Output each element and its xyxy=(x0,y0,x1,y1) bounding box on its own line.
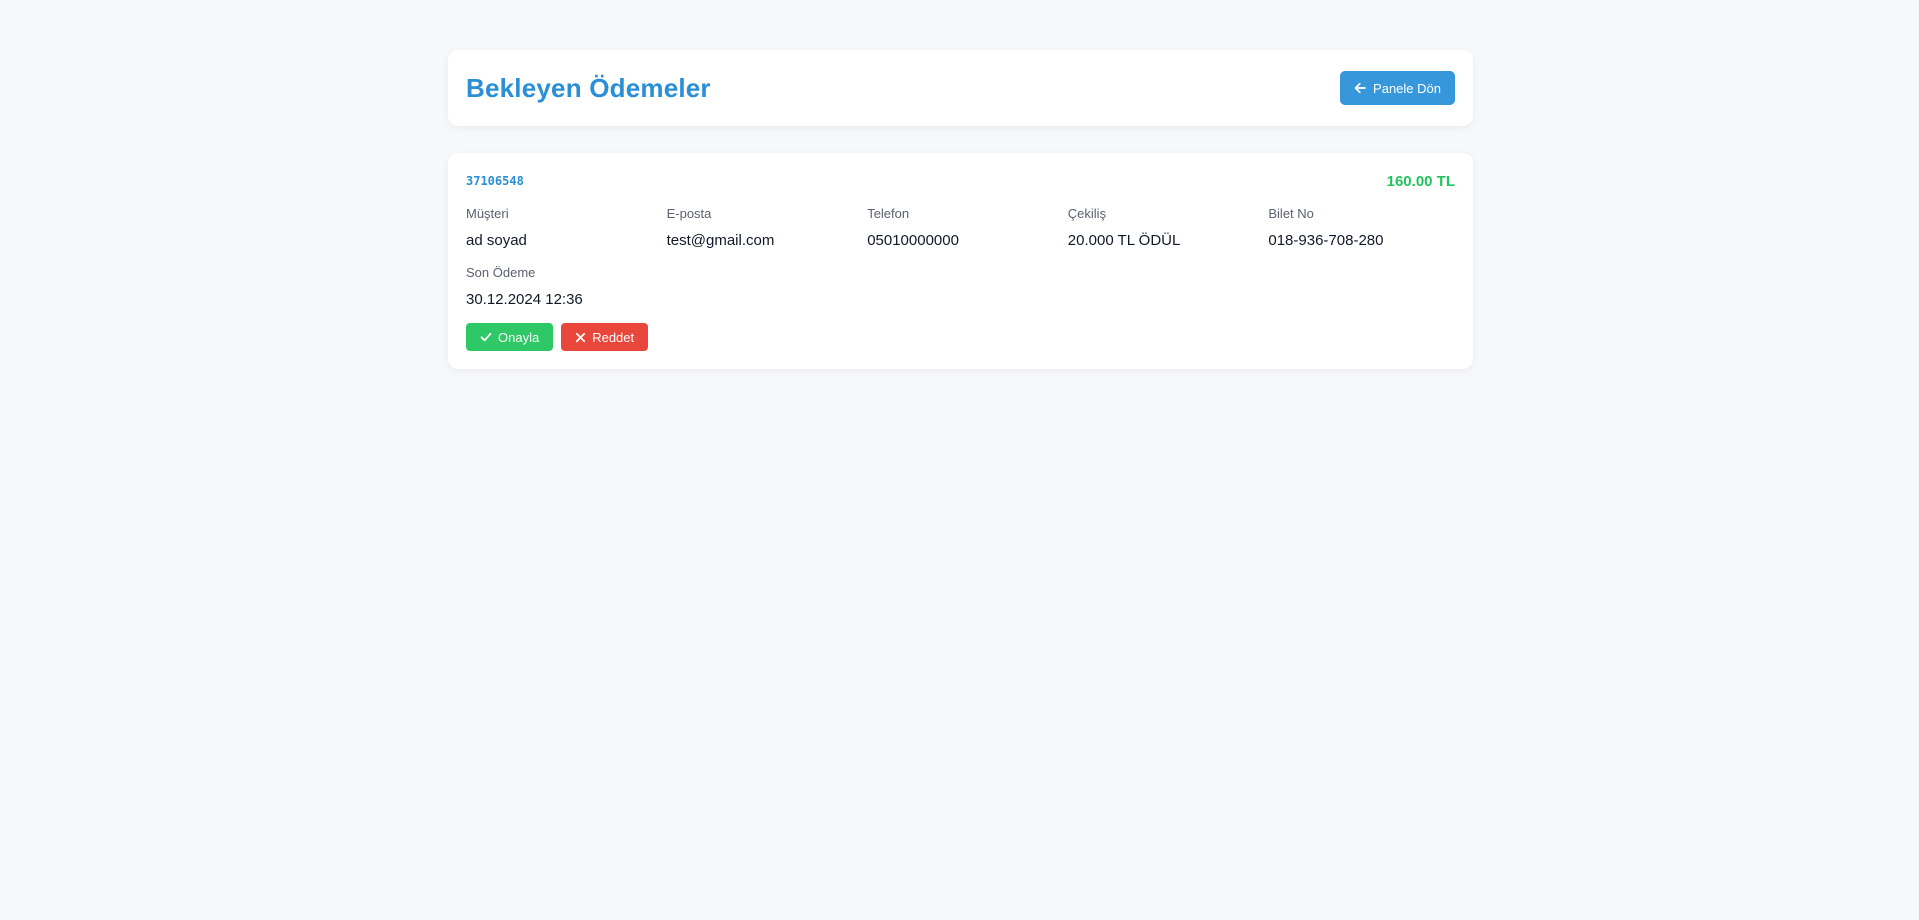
field-label: E-posta xyxy=(666,206,712,221)
close-icon xyxy=(575,332,586,343)
field-label: Çekiliş xyxy=(1067,206,1107,221)
field-label: Müşteri xyxy=(466,206,509,221)
reject-button-label: Reddet xyxy=(592,329,635,345)
field-label: Telefon xyxy=(867,206,910,221)
back-button-label: Panele Dön xyxy=(1373,80,1441,96)
payment-amount: 160.00 TL xyxy=(1386,172,1455,190)
field-value: 018-936-708-280 xyxy=(1268,232,1384,249)
field-phone: Telefon 05010000000 xyxy=(867,206,1068,250)
payment-details: Müşteri ad soyad E-posta test@gmail.com … xyxy=(466,206,1455,309)
payment-card: 37106548 160.00 TL Müşteri ad soyad E-po… xyxy=(448,153,1473,369)
field-label: Bilet No xyxy=(1268,206,1314,221)
back-to-panel-button[interactable]: Panele Dön xyxy=(1340,71,1455,105)
approve-button[interactable]: Onayla xyxy=(466,323,554,351)
field-value: test@gmail.com xyxy=(666,232,775,249)
field-ticket-number: Bilet No 018-936-708-280 xyxy=(1268,206,1469,250)
check-icon xyxy=(480,331,492,343)
field-payment-deadline: Son Ödeme 30.12.2024 12:36 xyxy=(466,265,667,309)
field-value: ad soyad xyxy=(466,232,527,249)
field-label: Son Ödeme xyxy=(466,265,536,280)
payment-card-header: 37106548 160.00 TL xyxy=(466,171,1455,191)
approve-button-label: Onayla xyxy=(498,329,540,345)
header-card: Bekleyen Ödemeler Panele Dön xyxy=(448,50,1473,126)
field-email: E-posta test@gmail.com xyxy=(667,206,868,250)
reject-button[interactable]: Reddet xyxy=(561,323,649,351)
payment-actions: Onayla Reddet xyxy=(466,323,1455,351)
payment-id: 37106548 xyxy=(466,174,524,188)
page-title: Bekleyen Ödemeler xyxy=(466,72,711,103)
field-value: 20.000 TL ÖDÜL xyxy=(1067,232,1181,249)
field-value: 30.12.2024 12:36 xyxy=(466,291,583,308)
field-draw: Çekiliş 20.000 TL ÖDÜL xyxy=(1068,206,1269,250)
arrow-left-icon xyxy=(1354,82,1366,94)
field-customer: Müşteri ad soyad xyxy=(466,206,667,250)
field-value: 05010000000 xyxy=(867,232,959,249)
main-container: Bekleyen Ödemeler Panele Dön 37106548 16… xyxy=(448,50,1473,369)
